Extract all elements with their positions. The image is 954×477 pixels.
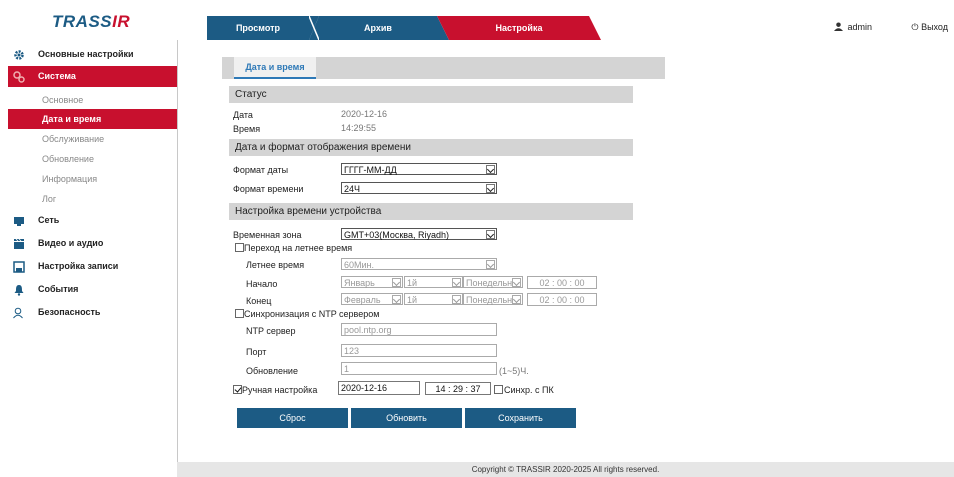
update-hint: (1~5)Ч. (499, 366, 529, 376)
ntp-label: Синхронизация с NTP сервером (244, 309, 380, 319)
chevron-down-icon (486, 260, 495, 269)
reset-button[interactable]: Сброс (237, 408, 348, 428)
chevron-down-icon (512, 278, 521, 287)
ntp-server-label: NTP сервер (246, 326, 296, 336)
chevron-down-icon (512, 295, 521, 304)
sidebar-item-system[interactable]: Система (8, 66, 177, 87)
manual-time-input[interactable]: 14 : 29 : 37 (425, 382, 491, 395)
end-day-select[interactable]: Понедельн (463, 293, 523, 305)
logout-button[interactable]: ⏻ Выход (911, 22, 948, 33)
sidebar-subitem-maintenance[interactable]: Обслуживание (8, 129, 177, 149)
power-icon: ⏻ (911, 22, 919, 32)
update-label: Обновление (246, 366, 298, 376)
page-tab-bar: Дата и время (222, 57, 665, 79)
user-name: admin (847, 22, 872, 32)
end-label: Конец (246, 296, 272, 306)
save-icon (13, 261, 25, 273)
logo: TRASSIR (52, 12, 131, 31)
sidebar-item-basic-settings[interactable]: Основные настройки (8, 44, 177, 65)
start-day-select[interactable]: Понедельн (463, 276, 523, 288)
user-menu[interactable]: admin (834, 22, 872, 32)
section-status: Статус (229, 86, 633, 103)
ntp-server-input[interactable]: pool.ntp.org (341, 323, 497, 336)
tab-edge-icon (589, 16, 601, 40)
bell-icon (14, 285, 24, 296)
sidebar-subitem-date-time[interactable]: Дата и время (8, 109, 177, 129)
sidebar-item-security[interactable]: Безопасность (8, 302, 177, 323)
clapper-icon (14, 238, 24, 249)
section-device-time: Настройка времени устройства (229, 203, 633, 220)
time-format-select[interactable]: 24Ч (341, 182, 497, 194)
tab-settings[interactable]: Настройка (449, 16, 589, 40)
tab-divider-icon (437, 16, 449, 40)
chevron-down-icon (486, 165, 495, 174)
start-week-select[interactable]: 1й (404, 276, 463, 288)
time-label: Время (233, 124, 261, 134)
sidebar-subitem-log[interactable]: Лог (8, 189, 177, 209)
chevron-down-icon (486, 230, 495, 239)
sidebar-item-video-audio[interactable]: Видео и аудио (8, 233, 177, 254)
sync-pc-label: Синхр. с ПК (504, 385, 554, 395)
port-input[interactable]: 123 (341, 344, 497, 357)
end-week-select[interactable]: 1й (404, 293, 463, 305)
chevron-down-icon (392, 295, 401, 304)
save-button[interactable]: Сохранить (465, 408, 576, 428)
sidebar-item-events[interactable]: События (8, 279, 177, 300)
date-value: 2020-12-16 (341, 109, 388, 119)
network-icon (14, 217, 24, 226)
manual-checkbox[interactable] (233, 385, 242, 394)
user-icon (13, 307, 23, 319)
sidebar-item-network[interactable]: Сеть (8, 210, 177, 231)
update-input[interactable]: 1 (341, 362, 497, 375)
sidebar-subitem-general[interactable]: Основное (8, 90, 177, 110)
date-format-select[interactable]: ГГГГ-ММ-ДД (341, 163, 497, 175)
tab-divider-icon (309, 16, 319, 40)
tab-date-time[interactable]: Дата и время (234, 57, 316, 79)
start-month-select[interactable]: Январь (341, 276, 403, 288)
end-time-input[interactable]: 02 : 00 : 00 (527, 293, 597, 306)
chevron-down-icon (452, 278, 461, 287)
chevron-down-icon (392, 278, 401, 287)
date-format-label: Формат даты (233, 165, 289, 175)
top-bar: TRASSIR Просмотр Архив Настройка admin ⏻… (0, 0, 954, 40)
manual-date-input[interactable]: 2020-12-16 (338, 381, 420, 395)
time-format-label: Формат времени (233, 184, 304, 194)
tab-archive[interactable]: Архив (319, 16, 437, 40)
refresh-button[interactable]: Обновить (351, 408, 462, 428)
manual-label: Ручная настройка (242, 385, 318, 395)
sidebar-subitem-info[interactable]: Информация (8, 169, 177, 189)
end-month-select[interactable]: Февраль (341, 293, 403, 305)
timezone-label: Временная зона (233, 230, 302, 240)
sidebar-item-recording[interactable]: Настройка записи (8, 256, 177, 277)
date-label: Дата (233, 110, 253, 120)
dst-checkbox[interactable] (235, 243, 244, 252)
system-icon (13, 71, 25, 83)
footer: Copyright © TRASSIR 2020-2025 All rights… (177, 462, 954, 477)
chevron-down-icon (452, 295, 461, 304)
tab-view[interactable]: Просмотр (207, 16, 309, 40)
time-value: 14:29:55 (341, 123, 377, 133)
summer-time-select[interactable]: 60Мин. (341, 258, 497, 270)
section-format: Дата и формат отображения времени (229, 139, 633, 156)
timezone-select[interactable]: GMT+03(Москва, Riyadh) (341, 228, 497, 240)
start-label: Начало (246, 279, 278, 289)
summer-time-label: Летнее время (246, 260, 305, 270)
dst-label: Переход на летнее время (244, 243, 353, 253)
chevron-down-icon (486, 184, 495, 193)
gear-icon (14, 50, 24, 60)
sync-pc-checkbox[interactable] (494, 385, 503, 394)
port-label: Порт (246, 347, 267, 357)
start-time-input[interactable]: 02 : 00 : 00 (527, 276, 597, 289)
sidebar-subitem-update[interactable]: Обновление (8, 149, 177, 169)
ntp-checkbox[interactable] (235, 309, 244, 318)
user-icon (834, 22, 844, 31)
sidebar: Основные настройки Система Основное Дата… (8, 40, 178, 462)
